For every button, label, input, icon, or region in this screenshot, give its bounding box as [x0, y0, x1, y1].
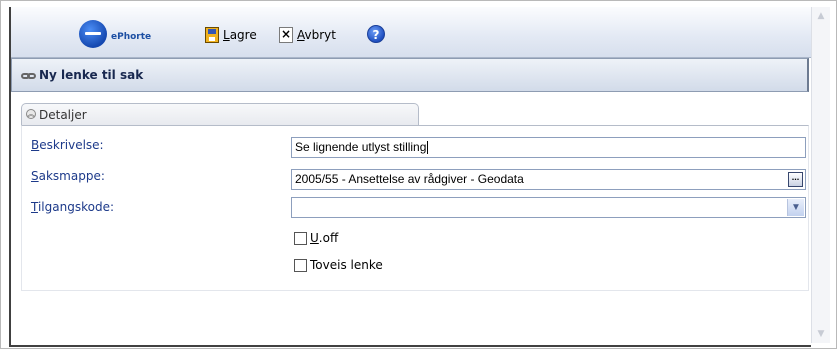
cancel-icon: ×	[279, 27, 293, 43]
tab-label: Detaljer	[39, 108, 87, 122]
save-icon	[205, 27, 219, 43]
collapse-icon[interactable]: ︽	[26, 109, 36, 119]
title-bar: Ny lenke til sak	[11, 58, 809, 92]
toveis-checkbox-row[interactable]: Toveis lenke	[294, 258, 383, 272]
window-frame: ePhorte Lagre × Avbryt ? Ny lenke til sa…	[0, 0, 837, 349]
chevron-down-icon[interactable]: ▼	[787, 199, 804, 216]
brand-name: ePhorte	[111, 32, 152, 42]
tilgangskode-label: Tilgangskode:	[31, 200, 114, 214]
help-icon[interactable]: ?	[367, 25, 385, 43]
beskrivelse-field[interactable]: Se lignende utlyst stilling	[291, 137, 806, 158]
scroll-up-icon[interactable]: ▲	[816, 11, 826, 21]
uoff-label: U.off	[310, 231, 339, 245]
save-label: Lagre	[223, 28, 257, 42]
tilgangskode-select[interactable]: ▼	[291, 197, 806, 218]
uoff-checkbox[interactable]	[294, 231, 307, 245]
toolbar: ePhorte Lagre × Avbryt ?	[11, 7, 811, 58]
link-icon	[21, 71, 37, 83]
tab-detaljer[interactable]: ︽ Detaljer	[21, 103, 419, 125]
toveis-label: Toveis lenke	[310, 258, 383, 272]
beskrivelse-label: Beskrivelse:	[31, 138, 104, 152]
content-area: ePhorte Lagre × Avbryt ? Ny lenke til sa…	[9, 7, 811, 347]
saksmappe-field[interactable]: 2005/55 - Ansettelse av rådgiver - Geoda…	[291, 169, 806, 190]
save-button[interactable]: Lagre	[205, 25, 257, 45]
page-title: Ny lenke til sak	[39, 68, 144, 82]
ephorte-logo-icon	[79, 20, 107, 48]
scroll-down-icon[interactable]: ▼	[816, 329, 826, 339]
uoff-checkbox-row[interactable]: U.off	[294, 231, 338, 245]
saksmappe-label: Saksmappe:	[31, 169, 105, 183]
cancel-button[interactable]: × Avbryt	[279, 25, 336, 45]
vertical-scrollbar[interactable]: ▲ ▼	[811, 7, 830, 343]
toveis-checkbox[interactable]	[294, 258, 307, 272]
saksmappe-browse-button[interactable]: ...	[788, 172, 803, 187]
cancel-label: Avbryt	[297, 28, 336, 42]
